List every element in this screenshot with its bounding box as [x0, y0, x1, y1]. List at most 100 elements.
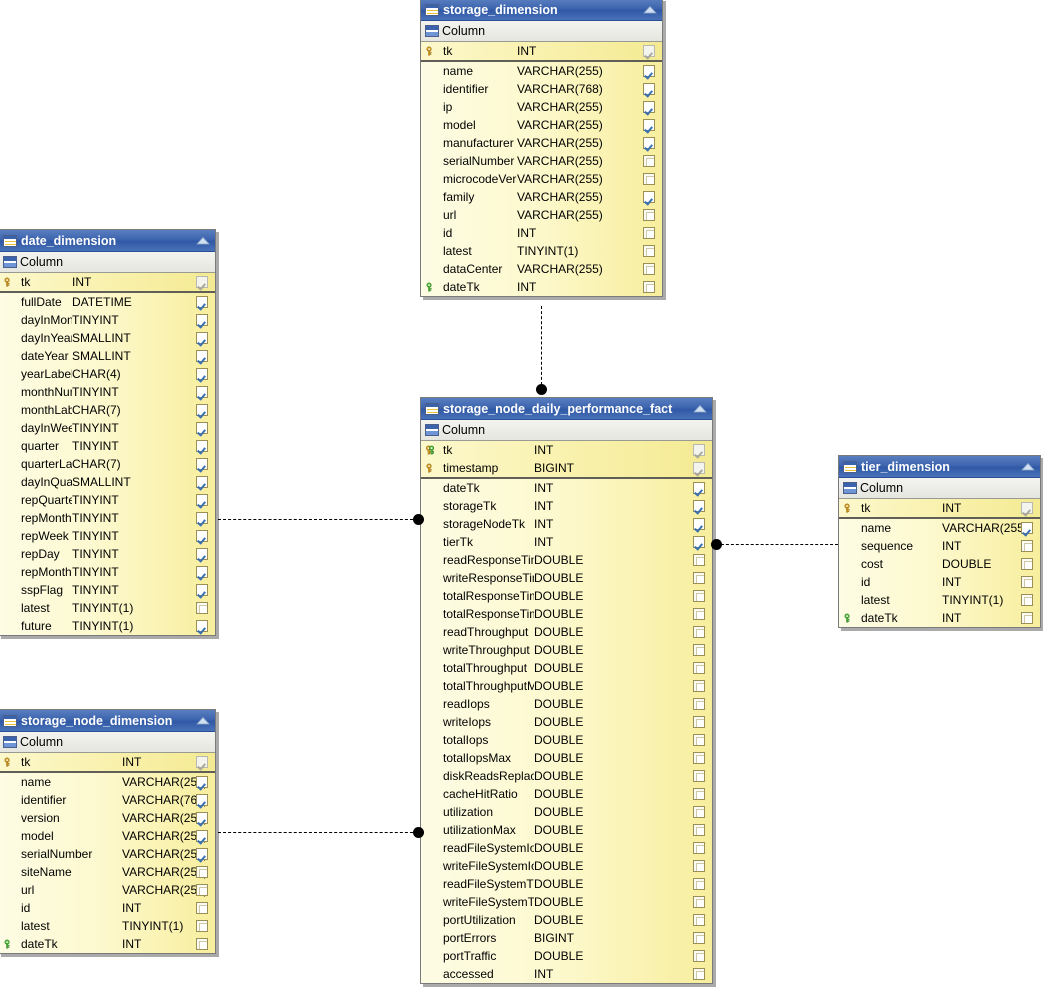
column-checkbox-cell[interactable]: [689, 662, 709, 674]
column-checkbox-cell[interactable]: [192, 332, 212, 344]
table-node-tier_dimension[interactable]: tier_dimension Column tk INT name VARCHAR(255…: [838, 455, 1041, 628]
column-include-checkbox[interactable]: [196, 314, 208, 326]
column-checkbox-cell[interactable]: [192, 848, 212, 860]
column-checkbox-cell[interactable]: [192, 620, 212, 632]
column-include-checkbox[interactable]: [693, 518, 705, 530]
column-include-checkbox[interactable]: [196, 830, 208, 842]
column-group-header[interactable]: Column: [421, 21, 662, 42]
relationship-storage-dimension-to-fact[interactable]: [541, 306, 542, 390]
column-checkbox-cell[interactable]: [639, 173, 659, 185]
column-row[interactable]: readIops DOUBLE: [421, 695, 712, 713]
column-include-checkbox[interactable]: [693, 752, 705, 764]
column-row[interactable]: diskReadsReplacedDOUBLE: [421, 767, 712, 785]
collapse-triangle-icon[interactable]: [643, 5, 657, 14]
table-titlebar[interactable]: storage_node_daily_performance_fact: [421, 398, 712, 420]
column-row[interactable]: cost DOUBLE: [839, 555, 1040, 573]
collapse-triangle-icon[interactable]: [196, 236, 210, 245]
column-checkbox-cell[interactable]: [639, 281, 659, 293]
column-include-checkbox[interactable]: [643, 45, 655, 57]
column-row[interactable]: family VARCHAR(255): [421, 188, 662, 206]
column-checkbox-cell[interactable]: [689, 518, 709, 530]
column-row[interactable]: totalThroughputMaxDOUBLE: [421, 677, 712, 695]
column-checkbox-cell[interactable]: [689, 644, 709, 656]
column-row[interactable]: totalIops DOUBLE: [421, 731, 712, 749]
column-include-checkbox[interactable]: [1021, 576, 1033, 588]
column-checkbox-cell[interactable]: [689, 932, 709, 944]
column-include-checkbox[interactable]: [693, 860, 705, 872]
column-include-checkbox[interactable]: [1021, 594, 1033, 606]
column-checkbox-cell[interactable]: [689, 444, 709, 456]
column-row[interactable]: dateTk INT: [421, 278, 662, 296]
column-include-checkbox[interactable]: [643, 101, 655, 113]
column-include-checkbox[interactable]: [196, 548, 208, 560]
column-checkbox-cell[interactable]: [639, 191, 659, 203]
column-row[interactable]: dateYear SMALLINT: [0, 347, 215, 365]
column-include-checkbox[interactable]: [693, 914, 705, 926]
column-group-header[interactable]: Column: [0, 252, 215, 273]
column-include-checkbox[interactable]: [643, 263, 655, 275]
column-row[interactable]: tierTk INT: [421, 533, 712, 551]
column-row[interactable]: quarterLabelCHAR(7): [0, 455, 215, 473]
column-group-header[interactable]: Column: [421, 420, 712, 441]
column-checkbox-cell[interactable]: [192, 866, 212, 878]
column-include-checkbox[interactable]: [1021, 540, 1033, 552]
column-checkbox-cell[interactable]: [192, 350, 212, 362]
column-row[interactable]: writeFileSystemThroughputDOUBLE: [421, 893, 712, 911]
column-include-checkbox[interactable]: [196, 512, 208, 524]
column-checkbox-cell[interactable]: [192, 776, 212, 788]
column-checkbox-cell[interactable]: [689, 462, 709, 474]
column-row[interactable]: siteName VARCHAR(255): [0, 863, 215, 881]
column-checkbox-cell[interactable]: [1017, 612, 1037, 624]
column-checkbox-cell[interactable]: [689, 752, 709, 764]
column-include-checkbox[interactable]: [693, 896, 705, 908]
column-checkbox-cell[interactable]: [689, 500, 709, 512]
column-checkbox-cell[interactable]: [689, 536, 709, 548]
column-row[interactable]: totalResponseTimeMaxDOUBLE: [421, 605, 712, 623]
column-row[interactable]: totalThroughput DOUBLE: [421, 659, 712, 677]
column-checkbox-cell[interactable]: [192, 494, 212, 506]
column-row[interactable]: model VARCHAR(255): [0, 827, 215, 845]
column-row[interactable]: latest TINYINT(1): [839, 591, 1040, 609]
column-include-checkbox[interactable]: [643, 83, 655, 95]
column-include-checkbox[interactable]: [693, 644, 705, 656]
column-checkbox-cell[interactable]: [639, 245, 659, 257]
column-checkbox-cell[interactable]: [639, 209, 659, 221]
column-row[interactable]: repMonthOrLatestTINYINT: [0, 563, 215, 581]
column-include-checkbox[interactable]: [196, 884, 208, 896]
column-row[interactable]: dayInWeekNumTINYINT: [0, 419, 215, 437]
column-include-checkbox[interactable]: [643, 245, 655, 257]
column-include-checkbox[interactable]: [693, 626, 705, 638]
column-checkbox-cell[interactable]: [689, 698, 709, 710]
column-include-checkbox[interactable]: [196, 476, 208, 488]
column-checkbox-cell[interactable]: [689, 572, 709, 584]
column-row[interactable]: timestamp BIGINT: [421, 459, 712, 477]
column-row[interactable]: readResponseTimeDOUBLE: [421, 551, 712, 569]
column-row[interactable]: portErrors BIGINT: [421, 929, 712, 947]
column-checkbox-cell[interactable]: [192, 902, 212, 914]
column-row[interactable]: name VARCHAR(255): [0, 773, 215, 791]
column-checkbox-cell[interactable]: [689, 788, 709, 800]
column-checkbox-cell[interactable]: [1017, 540, 1037, 552]
column-include-checkbox[interactable]: [643, 281, 655, 293]
column-row[interactable]: version VARCHAR(255): [0, 809, 215, 827]
column-include-checkbox[interactable]: [643, 155, 655, 167]
collapse-triangle-icon[interactable]: [1021, 462, 1035, 471]
column-include-checkbox[interactable]: [196, 776, 208, 788]
column-include-checkbox[interactable]: [643, 173, 655, 185]
column-row[interactable]: tk INT: [0, 753, 215, 771]
column-row[interactable]: dateTk INT: [421, 479, 712, 497]
column-include-checkbox[interactable]: [196, 602, 208, 614]
column-checkbox-cell[interactable]: [689, 590, 709, 602]
column-include-checkbox[interactable]: [693, 698, 705, 710]
column-checkbox-cell[interactable]: [689, 482, 709, 494]
column-row[interactable]: tk INT: [0, 273, 215, 291]
column-row[interactable]: identifier VARCHAR(768): [0, 791, 215, 809]
column-checkbox-cell[interactable]: [689, 968, 709, 980]
column-row[interactable]: utilization DOUBLE: [421, 803, 712, 821]
column-row[interactable]: id INT: [0, 899, 215, 917]
column-checkbox-cell[interactable]: [192, 920, 212, 932]
table-titlebar[interactable]: storage_dimension: [421, 0, 662, 21]
column-row[interactable]: repMonth TINYINT: [0, 509, 215, 527]
column-row[interactable]: totalResponseTimeDOUBLE: [421, 587, 712, 605]
column-include-checkbox[interactable]: [196, 494, 208, 506]
